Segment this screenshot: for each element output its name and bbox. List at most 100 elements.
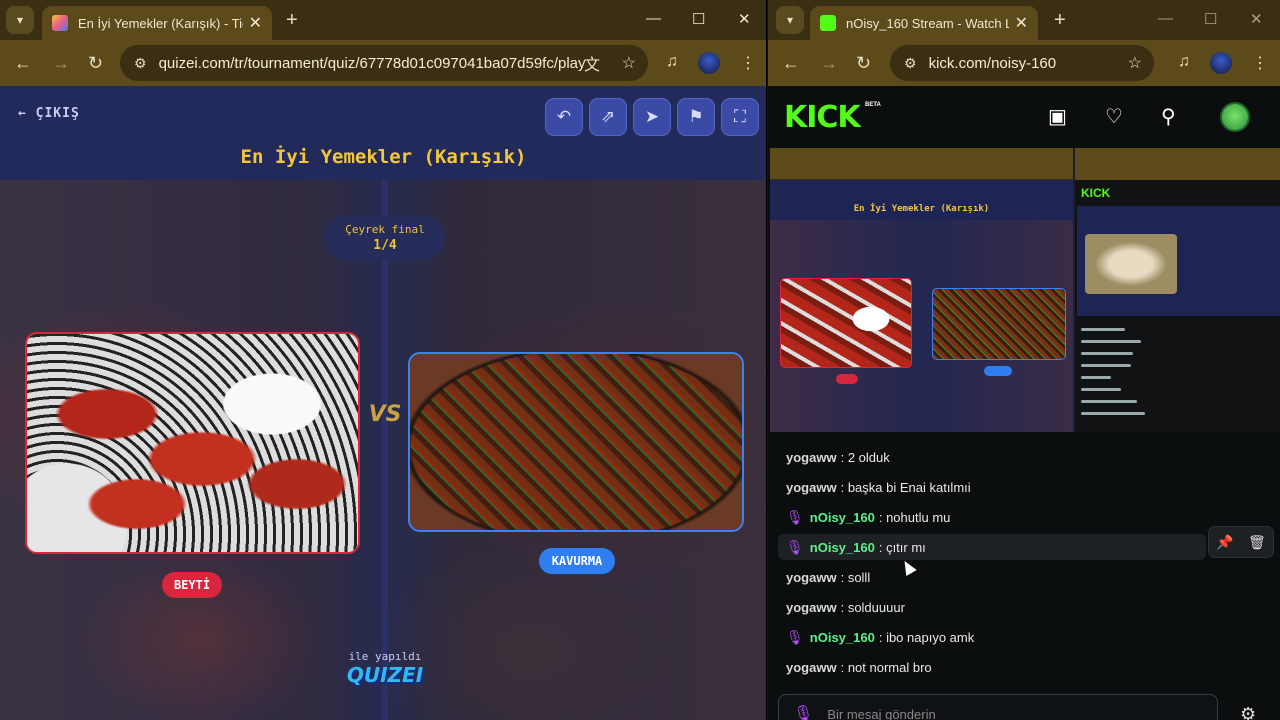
- chat-username[interactable]: nOisy_160: [810, 540, 875, 555]
- profile-avatar[interactable]: [698, 52, 720, 74]
- video-kick-logo: KICK: [1081, 186, 1111, 200]
- search-icon[interactable]: ⚲: [1161, 104, 1176, 129]
- tab-strip: ▾ nOisy_160 Stream - Watch Live ✕ + — ☐ …: [768, 0, 1280, 40]
- reload-button[interactable]: ↻: [856, 53, 871, 74]
- bookmark-star-icon[interactable]: ☆: [622, 53, 636, 73]
- media-controls-icon[interactable]: ♫: [1178, 53, 1190, 71]
- back-button[interactable]: ←: [782, 53, 800, 74]
- pin-icon[interactable]: 📌: [1216, 534, 1233, 551]
- chat-text: solduuuur: [847, 599, 905, 615]
- chat-settings-icon[interactable]: ⚙: [1240, 704, 1256, 720]
- browser-toolbar: ← → ↻ ⚙ kick.com/noisy-160 ☆ ♫ ⋮: [768, 40, 1280, 86]
- chat-username[interactable]: yogaww: [786, 600, 837, 615]
- round-badge: Çeyrek final 1/4: [325, 216, 445, 260]
- close-tab-icon[interactable]: ✕: [1015, 13, 1028, 33]
- tab-kick[interactable]: nOisy_160 Stream - Watch Live ✕: [810, 6, 1038, 40]
- chat-username[interactable]: yogaww: [786, 450, 837, 465]
- url-text: kick.com/noisy-160: [928, 54, 1057, 72]
- chat-message: yogaww: solduuuur: [786, 599, 905, 615]
- close-tab-icon[interactable]: ✕: [249, 13, 262, 33]
- address-bar[interactable]: ⚙ quizei.com/tr/tournament/quiz/67778d01…: [120, 45, 648, 81]
- media-controls-icon[interactable]: ♫: [666, 53, 678, 71]
- message-actions: 📌 🗑: [1208, 526, 1274, 558]
- chat-username[interactable]: yogaww: [786, 570, 837, 585]
- forward-button[interactable]: →: [52, 53, 70, 74]
- new-tab-button[interactable]: +: [1054, 9, 1066, 32]
- option-left-image[interactable]: [25, 332, 360, 554]
- address-bar[interactable]: ⚙ kick.com/noisy-160 ☆: [890, 45, 1154, 81]
- round-label: Çeyrek final: [345, 223, 425, 236]
- back-button[interactable]: ←: [14, 53, 32, 74]
- send-button[interactable]: ➤: [633, 98, 671, 136]
- tab-quizei[interactable]: En İyi Yemekler (Karışık) - Tier Li ✕: [42, 6, 272, 40]
- chat-username[interactable]: yogaww: [786, 660, 837, 675]
- report-button[interactable]: ⚑: [677, 98, 715, 136]
- kick-header: KICK BETA ▣ ♡ ⚲: [768, 86, 1280, 148]
- tab-search-button[interactable]: ▾: [776, 6, 804, 34]
- match-stage: Çeyrek final 1/4 VS BEYTİ KAVURMA ile ya…: [0, 180, 766, 720]
- menu-kebab-icon[interactable]: ⋮: [740, 53, 756, 73]
- chat-username[interactable]: nOisy_160: [810, 510, 875, 525]
- reload-button[interactable]: ↻: [88, 53, 103, 74]
- option-left-label[interactable]: BEYTİ: [162, 572, 222, 598]
- left-browser-window: ▾ En İyi Yemekler (Karışık) - Tier Li ✕ …: [0, 0, 767, 720]
- chat-message: yogaww: solll: [786, 569, 871, 585]
- chat-text: çıtır mı: [886, 539, 926, 555]
- quiz-page: ← ÇIKIŞ ↶ ⇗ ➤ ⚑ ⛶ En İyi Yemekler (Karış…: [0, 86, 766, 720]
- chat-message: 🎙 nOisy_160: nohutlu mu: [786, 508, 951, 525]
- translate-icon[interactable]: 文: [584, 51, 600, 75]
- url-text: quizei.com/tr/tournament/quiz/67778d01c0…: [158, 54, 586, 72]
- kick-page: KICK BETA ▣ ♡ ⚲ En İyi Yemekler (Karışık…: [768, 86, 1280, 720]
- chat-message-hovered: 🎙 nOisy_160: çıtır mı: [778, 534, 1206, 560]
- browser-toolbar: ← → ↻ ⚙ quizei.com/tr/tournament/quiz/67…: [0, 40, 766, 86]
- option-right-image[interactable]: [408, 352, 744, 532]
- quiz-title: En İyi Yemekler (Karışık): [240, 146, 527, 168]
- minimize-button[interactable]: —: [646, 10, 661, 27]
- made-with-badge[interactable]: ile yapıldı QUIZEI: [330, 650, 440, 687]
- user-avatar[interactable]: [1220, 102, 1250, 132]
- exit-button[interactable]: ← ÇIKIŞ: [18, 106, 80, 121]
- broadcaster-mic-icon: 🎙: [786, 538, 804, 555]
- chat-text: nohutlu mu: [886, 509, 951, 525]
- broadcaster-mic-icon: 🎙: [786, 508, 804, 525]
- forward-button[interactable]: →: [820, 53, 838, 74]
- video-mirror-left: En İyi Yemekler (Karışık): [770, 148, 1073, 432]
- beta-badge: BETA: [865, 102, 881, 108]
- heart-icon[interactable]: ♡: [1105, 104, 1123, 129]
- chat-panel: yogaww: 2 olduk yogaww: başka bi Enai ka…: [768, 432, 1280, 720]
- bookmark-star-icon[interactable]: ☆: [1128, 53, 1142, 73]
- chat-message: yogaww: not normal bro: [786, 659, 932, 675]
- chat-message: yogaww: başka bi Enai katılmıi: [786, 479, 971, 495]
- close-window-button[interactable]: ✕: [738, 10, 751, 28]
- tab-title: En İyi Yemekler (Karışık) - Tier Li: [78, 15, 243, 31]
- chat-placeholder: Bir mesaj gönderin: [827, 706, 936, 720]
- chat-username[interactable]: nOisy_160: [810, 630, 875, 645]
- maximize-button[interactable]: ☐: [692, 10, 705, 28]
- tab-search-button[interactable]: ▾: [6, 6, 34, 34]
- option-right-label[interactable]: KAVURMA: [539, 548, 615, 574]
- minimize-button[interactable]: —: [1158, 10, 1173, 27]
- fullscreen-icon: ⛶: [734, 107, 746, 126]
- chat-username[interactable]: yogaww: [786, 480, 837, 495]
- chat-text: 2 olduk: [847, 449, 890, 465]
- share-button[interactable]: ⇗: [589, 98, 627, 136]
- kick-logo[interactable]: KICK: [784, 100, 861, 135]
- new-tab-button[interactable]: +: [286, 9, 298, 32]
- close-window-button[interactable]: ✕: [1250, 10, 1263, 28]
- flag-icon: ⚑: [688, 107, 704, 126]
- tab-title: nOisy_160 Stream - Watch Live: [846, 15, 1009, 31]
- site-info-icon[interactable]: ⚙: [134, 55, 147, 72]
- trash-icon[interactable]: 🗑: [1248, 534, 1266, 551]
- menu-kebab-icon[interactable]: ⋮: [1252, 53, 1268, 73]
- site-info-icon[interactable]: ⚙: [904, 55, 917, 72]
- chat-input[interactable]: 🎙 Bir mesaj gönderin: [778, 694, 1218, 720]
- fullscreen-button[interactable]: ⛶: [721, 98, 759, 136]
- stream-video-player[interactable]: En İyi Yemekler (Karışık) KICK: [770, 148, 1280, 432]
- maximize-button[interactable]: ☐: [1204, 10, 1217, 28]
- exit-label: ÇIKIŞ: [35, 106, 80, 121]
- following-videos-icon[interactable]: ▣: [1048, 104, 1067, 129]
- kick-favicon-icon: [820, 15, 836, 31]
- profile-avatar[interactable]: [1210, 52, 1232, 74]
- undo-button[interactable]: ↶: [545, 98, 583, 136]
- send-icon: ➤: [644, 107, 660, 126]
